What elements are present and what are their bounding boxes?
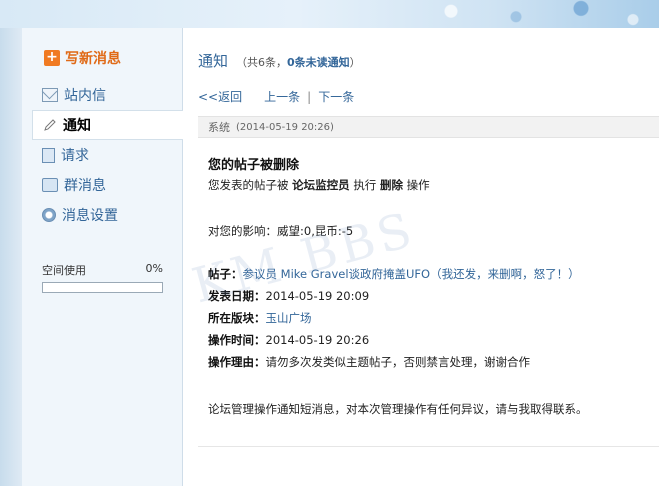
sidebar-nav: 站内信 通知 请求 群消息 消息设置 [32,80,184,230]
notification-count: （共6条，0条未读通知） [236,56,361,69]
sidebar-item-notifications[interactable]: 通知 [32,110,184,140]
action-line: 您发表的帖子被 论坛监控员 执行 删除 操作 [208,178,430,192]
message-footer: 论坛管理操作通知短消息，对本次管理操作有任何异议，请与我取得联系。 [208,402,588,416]
impact-line: 对您的影响：威望:0,昆币:-5 [208,224,354,238]
forum-link[interactable]: 玉山广场 [266,310,312,326]
storage-usage: 空间使用 0% [42,262,163,293]
sidebar-item-requests[interactable]: 请求 [32,140,183,170]
sidebar-item-label: 请求 [61,148,89,164]
post-row: 帖子： 参议员 Mike Gravel谈政府掩盖UFO（我还发，来删啊，怒了！） [208,266,580,282]
message-title: 您的帖子被删除 [208,158,300,173]
settings-icon [42,208,56,222]
storage-label: 空间使用 [42,264,86,277]
page-header: 通知 （共6条，0条未读通知） [198,50,361,71]
header-banner [0,0,659,28]
message-sender: 系统 [208,121,230,134]
chat-icon [42,178,58,192]
main-content: 通知 （共6条，0条未读通知） <<返回 上一条 | 下一条 系统 (2014-… [183,28,659,486]
compose-label: 写新消息 [65,51,121,67]
page-title: 通知 [198,52,229,70]
next-link[interactable]: 下一条 [318,88,354,105]
divider [198,446,659,447]
mail-icon [42,88,58,102]
sidebar-item-settings[interactable]: 消息设置 [32,200,183,230]
actor-name: 论坛监控员 [292,178,350,192]
document-icon [42,147,55,163]
link-separator: | [307,89,312,104]
optime-row: 操作时间： 2014-05-19 20:26 [208,333,370,347]
message-body: 您的帖子被删除 您发表的帖子被 论坛监控员 执行 删除 操作 对您的影响：威望:… [208,154,653,417]
sidebar-item-label: 通知 [63,118,91,134]
sidebar-item-group-messages[interactable]: 群消息 [32,170,183,200]
sidebar: + 写新消息 站内信 通知 请求 群消息 消息设置 空间使用 0% [22,28,184,486]
header-decoration [399,0,659,28]
sidebar-item-inbox[interactable]: 站内信 [32,80,183,110]
sidebar-item-label: 群消息 [64,178,106,194]
plus-icon: + [44,50,60,66]
sidebar-item-label: 站内信 [64,88,106,104]
message-header: 系统 (2014-05-19 20:26) [198,116,659,138]
forum-row: 所在版块： 玉山广场 [208,310,312,326]
message-navigation: <<返回 上一条 | 下一条 [198,88,354,105]
back-link[interactable]: <<返回 [198,88,242,105]
storage-percent: 0% [145,262,163,275]
sidebar-item-label: 消息设置 [62,208,118,224]
compose-button[interactable]: + 写新消息 [44,48,121,68]
post-link[interactable]: 参议员 Mike Gravel谈政府掩盖UFO（我还发，来删啊，怒了！） [243,266,580,282]
date-row: 发表日期： 2014-05-19 20:09 [208,289,370,303]
prev-link[interactable]: 上一条 [264,88,300,105]
pencil-icon [44,119,56,131]
storage-bar [42,282,163,293]
message-time: (2014-05-19 20:26) [236,121,334,133]
reason-row: 操作理由： 请勿多次发类似主题帖子，否则禁言处理，谢谢合作 [208,355,530,369]
action-name: 删除 [379,178,403,192]
left-gutter [0,28,22,486]
unread-count: 0条未读通知 [287,56,350,69]
